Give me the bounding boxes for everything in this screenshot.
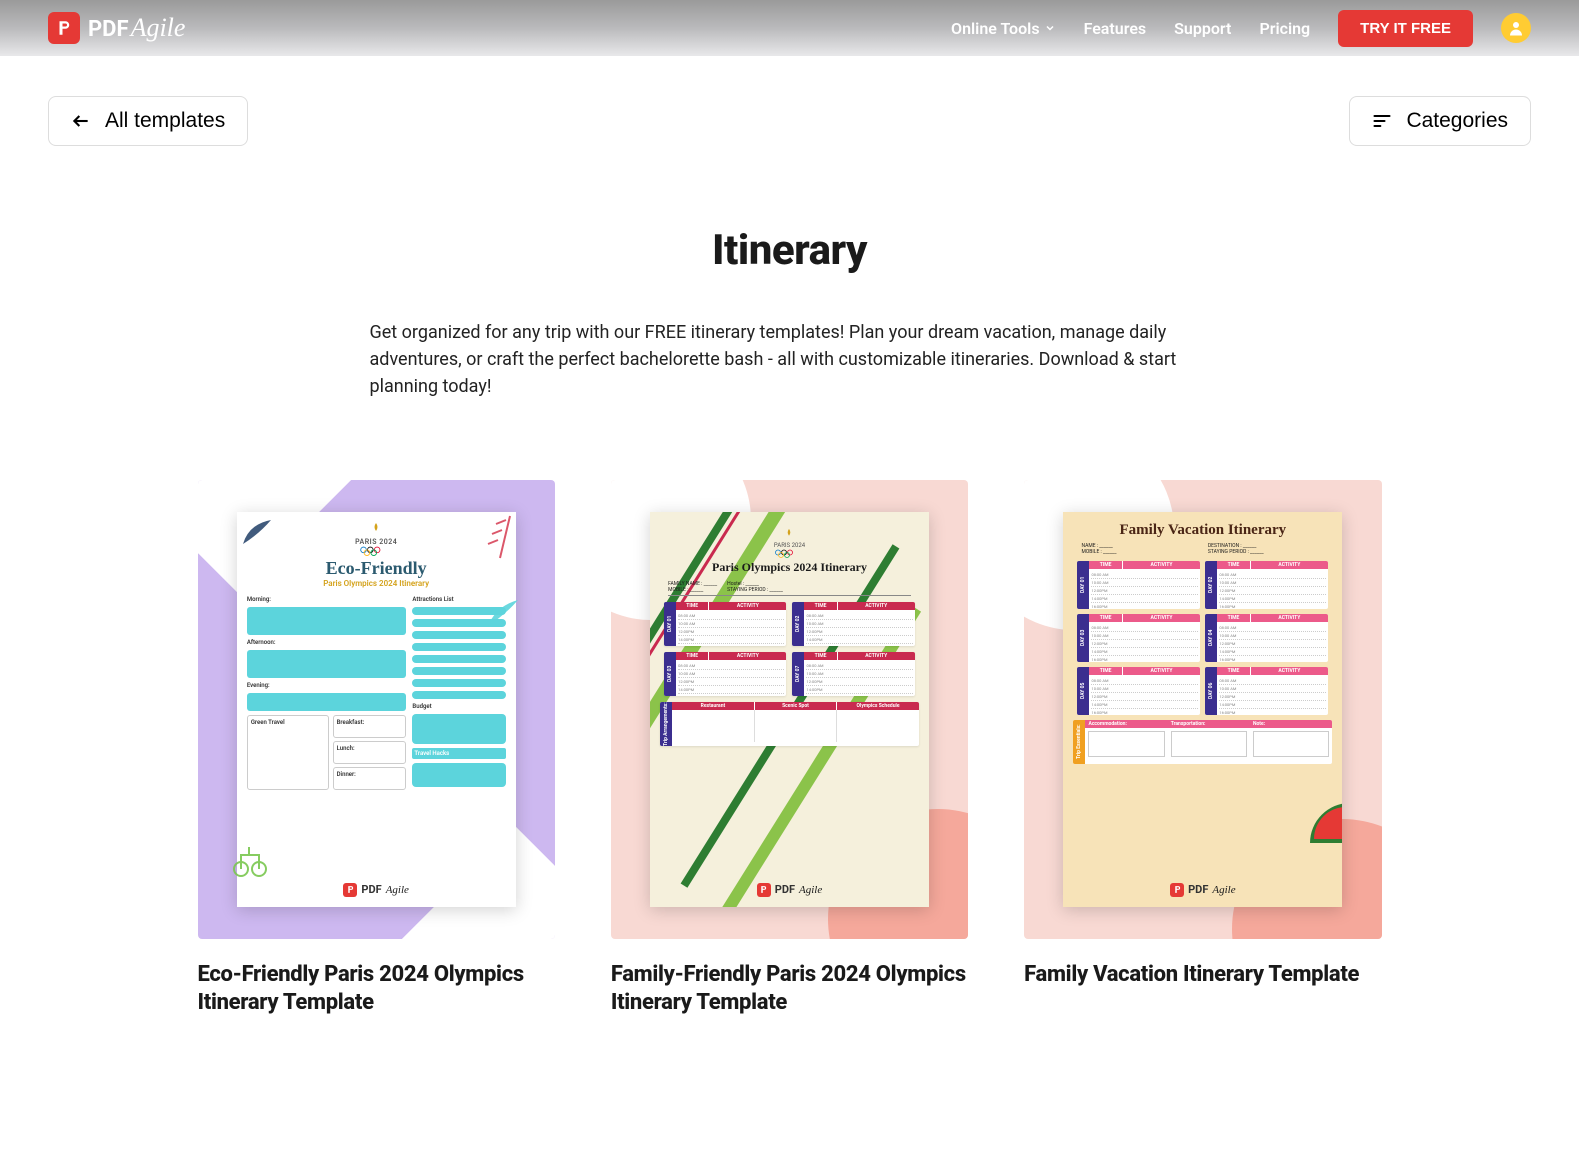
avatar[interactable] [1501,13,1531,43]
template-title: Eco-Friendly Paris 2024 Olympics Itinera… [198,961,555,1018]
olympics-logo-icon [366,522,386,536]
template-title: Family-Friendly Paris 2024 Olympics Itin… [611,961,968,1018]
nav-features[interactable]: Features [1084,19,1147,38]
main-nav: Online Tools Features Support Pricing TR… [951,10,1531,47]
user-icon [1507,19,1525,37]
back-label: All templates [105,109,225,133]
logo-icon [48,12,80,44]
template-card[interactable]: PARIS 2024 Eco-Friendly Paris Olympics 2… [198,480,555,1018]
template-thumbnail: PARIS 2024 Paris Olympics 2024 Itinerary… [611,480,968,939]
template-thumbnail: Family Vacation Itinerary NAME : ______M… [1024,480,1381,939]
main-header: PDFAgile Online Tools Features Support P… [0,0,1579,56]
nav-support[interactable]: Support [1174,19,1231,38]
try-free-button[interactable]: TRY IT FREE [1338,10,1473,47]
logo-text: PDFAgile [88,13,185,43]
back-all-templates-button[interactable]: All templates [48,96,248,146]
page-title: Itinerary [370,226,1210,275]
olympic-rings-icon [359,546,393,556]
template-thumbnail: PARIS 2024 Eco-Friendly Paris Olympics 2… [198,480,555,939]
nav-pricing[interactable]: Pricing [1259,19,1310,38]
filter-icon [1372,111,1392,131]
template-card[interactable]: PARIS 2024 Paris Olympics 2024 Itinerary… [611,480,968,1018]
categories-button[interactable]: Categories [1349,96,1531,146]
page-toolbar: All templates Categories [0,56,1579,146]
templates-grid: PARIS 2024 Eco-Friendly Paris Olympics 2… [150,400,1430,1038]
chevron-down-icon [1044,22,1056,34]
hero-section: Itinerary Get organized for any trip wit… [350,226,1230,400]
template-title: Family Vacation Itinerary Template [1024,961,1381,990]
arrow-left-icon [71,111,91,131]
nav-online-tools[interactable]: Online Tools [951,19,1056,38]
page-description: Get organized for any trip with our FREE… [370,319,1210,400]
categories-label: Categories [1406,109,1508,133]
template-card[interactable]: Family Vacation Itinerary NAME : ______M… [1024,480,1381,1018]
logo-link[interactable]: PDFAgile [48,12,185,44]
